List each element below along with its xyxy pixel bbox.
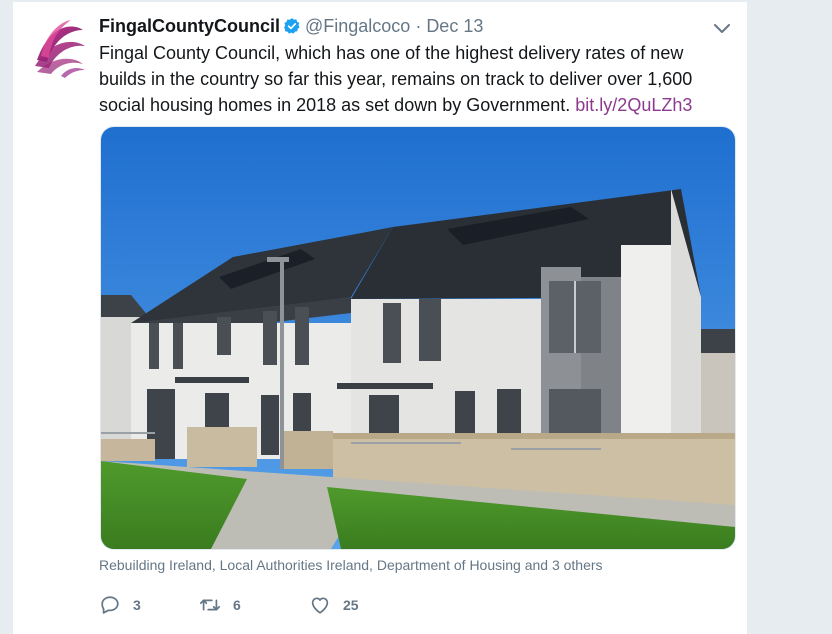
- reply-count: 3: [133, 597, 141, 613]
- verified-badge-icon: [284, 18, 300, 34]
- retweet-count: 6: [233, 597, 241, 613]
- tagged-people[interactable]: Rebuilding Ireland, Local Authorities Ir…: [99, 557, 603, 573]
- tweet-actions: 3 6 25: [99, 593, 399, 617]
- fingal-logo-icon: [35, 20, 85, 78]
- housing-photo: [101, 127, 735, 549]
- retweet-button[interactable]: 6: [199, 594, 269, 616]
- reply-button[interactable]: 3: [99, 594, 159, 616]
- tweet-media-image[interactable]: [100, 126, 736, 550]
- retweet-icon: [199, 599, 221, 611]
- reply-icon: [101, 596, 119, 614]
- user-handle[interactable]: @Fingalcoco: [305, 16, 410, 37]
- heart-icon: [311, 597, 329, 614]
- tweet-card[interactable]: FingalCountyCouncil @Fingalcoco · Dec 13…: [12, 0, 748, 634]
- tweet-link[interactable]: bit.ly/2QuLZh3: [575, 95, 692, 115]
- chevron-down-icon[interactable]: [713, 22, 731, 36]
- tweet-text: Fingal County Council, which has one of …: [99, 40, 729, 118]
- divider: [13, 0, 747, 2]
- like-button[interactable]: 25: [309, 594, 359, 616]
- separator: ·: [415, 15, 422, 36]
- avatar[interactable]: [31, 16, 87, 80]
- tweet-date[interactable]: Dec 13: [426, 16, 483, 37]
- display-name[interactable]: FingalCountyCouncil: [99, 16, 280, 37]
- like-count: 25: [343, 597, 359, 613]
- tweet-header: FingalCountyCouncil @Fingalcoco · Dec 13: [99, 14, 483, 38]
